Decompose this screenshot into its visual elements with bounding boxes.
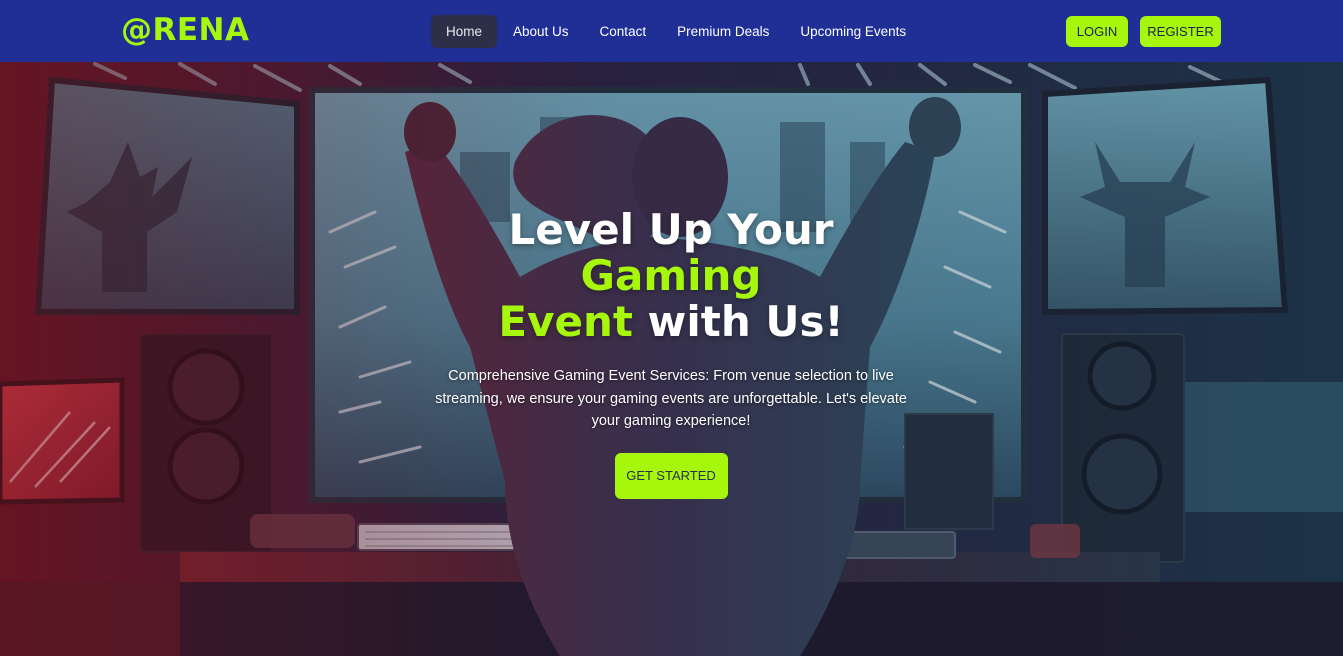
navbar: @RENA Home About Us Contact Premium Deal… xyxy=(0,0,1343,62)
hero-title-part1: Level Up Your xyxy=(508,205,834,254)
nav-link-premium-deals[interactable]: Premium Deals xyxy=(662,15,784,48)
nav-link-about-us[interactable]: About Us xyxy=(498,15,584,48)
hero-title-highlight-gaming: Gaming xyxy=(580,251,762,300)
main-nav: Home About Us Contact Premium Deals Upco… xyxy=(431,15,922,48)
nav-link-contact[interactable]: Contact xyxy=(585,15,662,48)
hero-section: Level Up Your Gaming Event with Us! Compr… xyxy=(0,62,1343,656)
nav-link-upcoming-events[interactable]: Upcoming Events xyxy=(785,15,921,48)
brand-logo[interactable]: @RENA xyxy=(121,12,249,48)
hero-title-part2: with Us! xyxy=(632,297,844,346)
hero-description: Comprehensive Gaming Event Services: Fro… xyxy=(435,368,907,429)
hero-content: Level Up Your Gaming Event with Us! Compr… xyxy=(421,207,921,499)
hero-title-highlight-event: Event xyxy=(498,297,633,346)
nav-link-home[interactable]: Home xyxy=(431,15,498,48)
get-started-button[interactable]: GET STARTED xyxy=(614,452,728,499)
hero-title: Level Up Your Gaming Event with Us! xyxy=(421,207,921,345)
login-button[interactable]: LOGIN xyxy=(1066,16,1128,47)
register-button[interactable]: REGISTER xyxy=(1140,16,1221,47)
